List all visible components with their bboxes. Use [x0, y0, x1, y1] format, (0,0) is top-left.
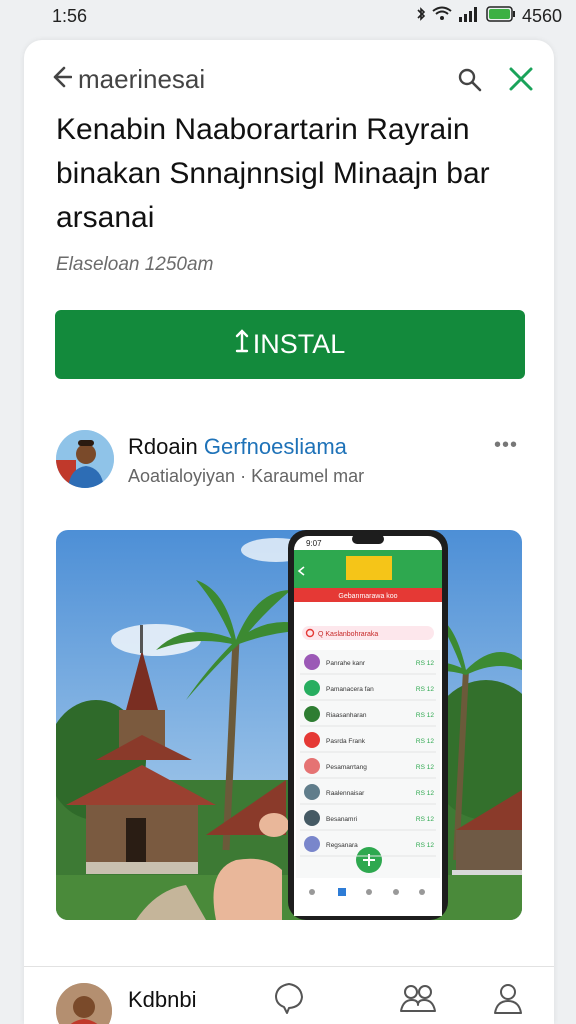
author-avatar[interactable] [56, 430, 114, 488]
battery-icon [486, 6, 516, 27]
app-detail-sheet: maerinesai Kenabin Naaborartarin Rayrain… [24, 40, 554, 1024]
status-time: 1:56 [52, 6, 88, 26]
bluetooth-icon [416, 6, 426, 27]
wifi-icon [432, 6, 452, 27]
author-row[interactable]: Rdoain Gerfnoesliama Aoatialoyiyan · Kar… [56, 430, 522, 490]
phone-row-label: Pamanacera fan [326, 686, 374, 693]
phone-row-value: RS 12 [416, 712, 434, 719]
author-subtitle: Aoatialoyiyan · Karaumel mar [128, 466, 365, 486]
back-label: maerinesai [78, 64, 206, 94]
phone-row-value: RS 12 [416, 738, 434, 745]
profile-name: Kdbnbi [128, 987, 197, 1012]
profile-avatar[interactable] [56, 983, 112, 1024]
phone-row-label: Regsanara [326, 842, 358, 849]
phone-row-icon [304, 680, 320, 696]
phone-row-value: RS 12 [416, 842, 434, 849]
phone-row-icon [304, 706, 320, 722]
phone-time: 9:07 [306, 539, 322, 548]
phone-row-label: Panrahe kanr [326, 660, 366, 667]
more-options-icon[interactable]: ••• [494, 434, 518, 457]
phone-row-label: Besanamri [326, 816, 357, 823]
group-icon[interactable] [398, 981, 438, 1020]
signal-icon [458, 6, 480, 27]
status-bar: 1:56 4560 [0, 0, 576, 34]
phone-row-label: Pasrda Frank [326, 738, 366, 745]
top-bar: maerinesai [24, 60, 554, 100]
hero-image: 9:07 Gebanmarawa koo Q Kaslanbohraraka P… [56, 530, 522, 920]
close-icon[interactable] [506, 64, 536, 99]
phone-row-value: RS 12 [416, 660, 434, 667]
search-icon[interactable] [456, 66, 484, 99]
back-button[interactable]: maerinesai [52, 64, 205, 95]
install-label: INSTAL [252, 329, 346, 359]
install-button[interactable]: INSTAL [55, 310, 525, 379]
battery-level: 4560 [521, 6, 562, 26]
phone-row-value: RS 12 [416, 816, 434, 823]
back-arrow-icon [52, 64, 73, 95]
author-name-link[interactable]: Gerfnoesliama [204, 434, 347, 459]
app-meta: Elaseloan 1250am [56, 254, 214, 275]
phone-row-icon [304, 758, 320, 774]
phone-row-label: Pesamarrtang [326, 764, 367, 771]
author-name-plain: Rdoain [128, 434, 198, 459]
download-icon [235, 328, 249, 361]
app-title: Kenabin Naaborartarin Rayrain binakan Sn… [56, 113, 490, 234]
phone-search: Q Kaslanbohraraka [318, 631, 378, 638]
chat-bubble-icon[interactable] [272, 981, 306, 1020]
phone-row-icon [304, 732, 320, 748]
phone-row-icon [304, 784, 320, 800]
phone-row-value: RS 12 [416, 764, 434, 771]
phone-row-icon [304, 654, 320, 670]
phone-row-icon [304, 810, 320, 826]
phone-row-value: RS 12 [416, 686, 434, 693]
phone-row-label: Riaasanharan [326, 712, 367, 719]
phone-banner: Gebanmarawa koo [338, 593, 397, 600]
phone-row-icon [304, 836, 320, 852]
bottom-nav: Kdbnbi [24, 966, 554, 1024]
author-name[interactable]: Rdoain Gerfnoesliama [128, 434, 347, 460]
profile-icon[interactable] [492, 981, 524, 1020]
phone-row-value: RS 12 [416, 790, 434, 797]
status-icons: 4560 [416, 6, 562, 27]
phone-row-label: Raalennaisar [326, 790, 365, 797]
